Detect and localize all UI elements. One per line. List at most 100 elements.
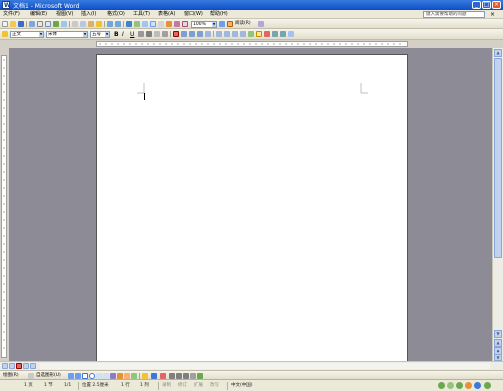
align-justify-icon[interactable] xyxy=(173,31,179,37)
spelling-icon[interactable] xyxy=(53,21,59,27)
horizontal-scrollbar[interactable] xyxy=(0,361,503,370)
menu-view[interactable]: 视图(V) xyxy=(56,11,73,18)
outside-border-icon[interactable] xyxy=(248,31,254,37)
insert-excel-icon[interactable] xyxy=(150,21,156,27)
reading-view-icon[interactable] xyxy=(30,363,36,369)
line-spacing-icon[interactable] xyxy=(205,31,211,37)
help-icon[interactable] xyxy=(219,21,225,27)
columns-icon[interactable] xyxy=(158,21,164,27)
scroll-down-button[interactable]: ▼ xyxy=(494,330,502,338)
tray-icon-2[interactable] xyxy=(447,382,454,389)
redo-icon[interactable] xyxy=(115,21,121,27)
tray-icon-3[interactable] xyxy=(456,382,463,389)
char-scale-icon[interactable] xyxy=(162,31,168,37)
read-mode-label[interactable]: 阅读(R) xyxy=(235,21,251,27)
help-search-input[interactable]: 键入需要帮助的问题 xyxy=(423,11,485,18)
scroll-up-button[interactable]: ▲ xyxy=(494,49,502,57)
draw-menu[interactable]: 绘图(R) xyxy=(3,372,19,379)
autoshapes-menu[interactable]: 自选图形(U) xyxy=(36,372,61,379)
outline-view-icon[interactable] xyxy=(23,363,29,369)
tray-icon-4[interactable] xyxy=(465,382,472,389)
insert-table-icon[interactable] xyxy=(142,21,148,27)
research-icon[interactable] xyxy=(61,21,67,27)
underline-button[interactable]: U xyxy=(130,31,134,38)
align-center-icon[interactable] xyxy=(181,31,187,37)
char-border-icon[interactable] xyxy=(146,31,152,37)
permission-icon[interactable] xyxy=(29,21,35,27)
menu-table[interactable]: 表格(A) xyxy=(158,11,175,18)
distribute-icon[interactable] xyxy=(197,31,203,37)
status-track-changes[interactable]: 修订 xyxy=(178,382,187,389)
maximize-button[interactable]: □ xyxy=(482,1,491,9)
status-overtype[interactable]: 改写 xyxy=(210,382,219,389)
horizontal-ruler[interactable] xyxy=(0,40,503,48)
new-document-icon[interactable] xyxy=(2,21,8,27)
font-color-icon[interactable] xyxy=(264,31,270,37)
copy-icon[interactable] xyxy=(80,21,86,27)
save-icon[interactable] xyxy=(18,21,24,27)
read-mode-icon[interactable] xyxy=(227,21,233,27)
hyperlink-icon[interactable] xyxy=(126,21,132,27)
print-layout-view-icon[interactable] xyxy=(16,363,22,369)
minimize-button[interactable]: _ xyxy=(472,1,481,9)
style-select[interactable]: 正文 ▼ xyxy=(10,31,44,38)
next-page-button[interactable]: ▼ xyxy=(494,354,502,361)
highlight-icon[interactable] xyxy=(256,31,262,37)
drawing-toolbar: 绘图(R) 自选图形(U) xyxy=(0,370,503,379)
enclose-char-icon[interactable] xyxy=(280,31,286,37)
print-preview-icon[interactable] xyxy=(45,21,51,27)
undo-icon[interactable] xyxy=(107,21,113,27)
document-page[interactable] xyxy=(96,54,408,364)
doc-close-icon[interactable]: × xyxy=(490,11,495,18)
status-extend[interactable]: 扩展 xyxy=(194,382,203,389)
print-icon[interactable] xyxy=(37,21,43,27)
menu-help[interactable]: 帮助(H) xyxy=(210,11,228,18)
menu-insert[interactable]: 插入(I) xyxy=(81,11,96,18)
zoom-select[interactable]: 100% ▼ xyxy=(191,21,217,28)
menu-edit[interactable]: 编辑(E) xyxy=(30,11,47,18)
vertical-scrollbar[interactable]: ▲ ▼ ▲ ● ▼ xyxy=(492,48,503,361)
increase-indent-icon[interactable] xyxy=(240,31,246,37)
bullets-icon[interactable] xyxy=(224,31,230,37)
menu-format[interactable]: 格式(O) xyxy=(107,11,125,18)
vertical-ruler-ticks xyxy=(3,59,5,349)
drawing-icon[interactable] xyxy=(166,21,172,27)
menu-tools[interactable]: 工具(T) xyxy=(133,11,150,18)
web-view-icon[interactable] xyxy=(9,363,15,369)
paste-icon[interactable] xyxy=(88,21,94,27)
ruler-ticks xyxy=(99,43,401,45)
menu-window[interactable]: 窗口(W) xyxy=(184,11,203,18)
status-record[interactable]: 录制 xyxy=(162,382,171,389)
font-size-select[interactable]: 五号 ▼ xyxy=(90,31,110,38)
align-right-icon[interactable] xyxy=(189,31,195,37)
bold-button[interactable]: B xyxy=(114,31,119,38)
cut-icon[interactable] xyxy=(72,21,78,27)
tray-icon-1[interactable] xyxy=(438,382,445,389)
vertical-ruler[interactable] xyxy=(0,48,9,361)
decrease-indent-icon[interactable] xyxy=(232,31,238,37)
word-app-icon[interactable]: W xyxy=(2,1,11,9)
format-options-icon[interactable] xyxy=(288,31,294,37)
numbering-icon[interactable] xyxy=(216,31,222,37)
tray-icon-6[interactable] xyxy=(484,382,491,389)
toolbar-options-icon[interactable] xyxy=(258,21,264,27)
tables-borders-icon[interactable] xyxy=(134,21,140,27)
open-folder-icon[interactable] xyxy=(10,21,16,27)
previous-page-button[interactable]: ▲ xyxy=(494,339,502,347)
show-hide-icon[interactable] xyxy=(182,21,188,27)
italic-button[interactable]: I xyxy=(122,31,124,38)
document-map-icon[interactable] xyxy=(174,21,180,27)
menu-file[interactable]: 文件(F) xyxy=(3,11,20,18)
char-shading-icon[interactable] xyxy=(154,31,160,37)
styles-pane-icon[interactable] xyxy=(2,31,8,37)
normal-view-icon[interactable] xyxy=(2,363,8,369)
close-button[interactable]: × xyxy=(492,1,501,9)
format-painter-icon[interactable] xyxy=(96,21,102,27)
status-page-of: 1/1 xyxy=(64,383,72,388)
vertical-scroll-thumb[interactable] xyxy=(494,58,502,258)
horizontal-scroll-track[interactable] xyxy=(40,363,490,369)
strikethrough-icon[interactable] xyxy=(138,31,144,37)
font-select[interactable]: 宋体 ▼ xyxy=(46,31,88,38)
tray-icon-5[interactable] xyxy=(474,382,481,389)
phonetic-guide-icon[interactable] xyxy=(272,31,278,37)
